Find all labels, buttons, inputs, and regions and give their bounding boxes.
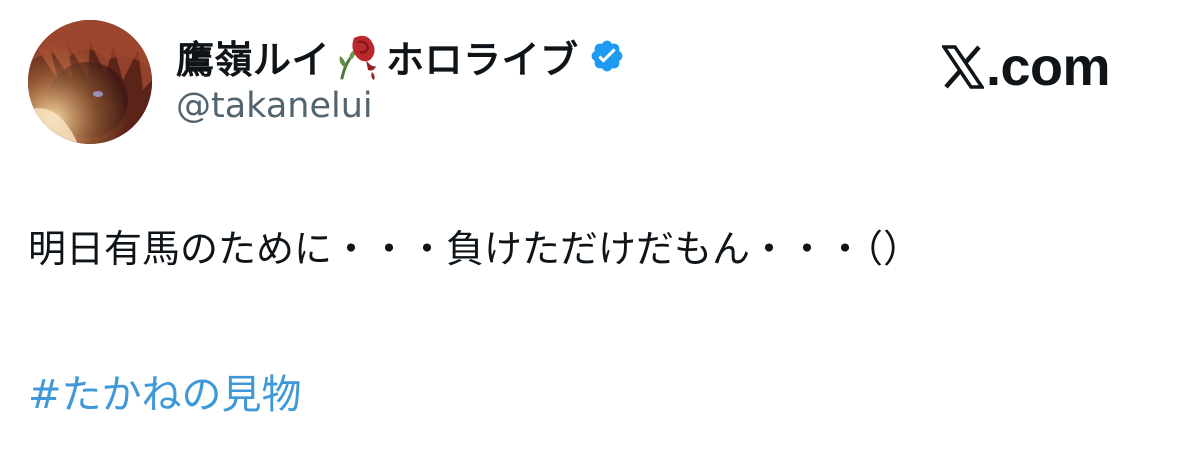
wilted-rose-icon	[332, 30, 384, 82]
author-name-row[interactable]: 鷹嶺ルイ ホロライブ	[176, 30, 625, 82]
display-name-part2[interactable]: ホロライブ	[386, 29, 579, 84]
avatar-image	[28, 20, 152, 144]
display-name-part1[interactable]: 鷹嶺ルイ	[176, 29, 330, 84]
x-logo-icon	[942, 45, 984, 89]
verified-badge-icon	[589, 38, 625, 74]
avatar[interactable]	[28, 20, 152, 144]
domain-suffix: .com	[986, 37, 1111, 97]
hashtag-link[interactable]: #たかねの見物	[28, 362, 302, 420]
x-com-logo[interactable]: .com	[942, 36, 1111, 98]
author-handle[interactable]: @takanelui	[176, 86, 373, 126]
tweet-text: 明日有馬のために・・・負けただけだもん・・・（）	[28, 227, 922, 271]
